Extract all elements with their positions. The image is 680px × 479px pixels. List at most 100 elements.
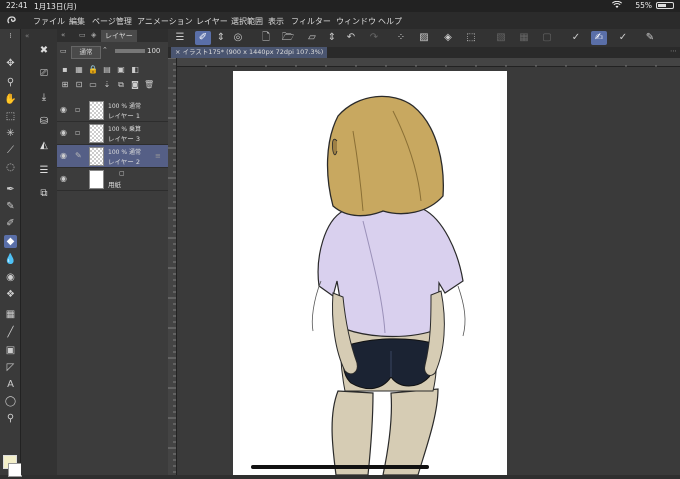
- opacity-value[interactable]: 100: [147, 47, 160, 55]
- menu-filter[interactable]: フィルター: [291, 16, 331, 27]
- line-tool-icon[interactable]: ╱: [4, 326, 17, 339]
- layer-tab-icon[interactable]: ◈: [91, 31, 96, 39]
- duplicate-layer-icon[interactable]: ⧉: [116, 80, 126, 90]
- document-tab[interactable]: × イラスト175* (900 x 1440px 72dpi 107.3%): [171, 47, 328, 58]
- menu-window[interactable]: ウィンドウ: [336, 16, 376, 27]
- transform-icon[interactable]: ⬚: [463, 31, 479, 45]
- layer-lock-slot[interactable]: ▫: [75, 105, 80, 114]
- hamburger-menu-icon[interactable]: ☰: [172, 31, 188, 45]
- clear-icon[interactable]: ▨: [416, 31, 432, 45]
- clip-icon[interactable]: ▪: [60, 65, 70, 74]
- operation-tool-icon[interactable]: ⬚: [4, 110, 17, 123]
- fill-tool-icon[interactable]: ◉: [4, 271, 17, 284]
- canvas-paper[interactable]: [233, 71, 507, 475]
- tool-stepper-icon[interactable]: ⇕: [213, 31, 229, 45]
- eyedropper-icon[interactable]: ⟋: [4, 144, 17, 157]
- new-vector-layer-icon[interactable]: ⊡: [74, 80, 84, 89]
- layer-row[interactable]: ◉ ▫ 100 % 乗算 レイヤー 3: [57, 122, 168, 145]
- deselect-icon[interactable]: ⁘: [393, 31, 409, 45]
- visibility-eye-icon[interactable]: ◉: [60, 174, 67, 183]
- save-icon[interactable]: ▱: [304, 31, 320, 45]
- blend-mode-select[interactable]: 通常: [71, 46, 101, 59]
- move-tool-icon[interactable]: ✥: [4, 57, 17, 70]
- hand-tool-icon[interactable]: ✋: [4, 93, 17, 106]
- layer-row-selected[interactable]: ◉ ✎ 100 % 通常 レイヤー 2 ≡: [57, 145, 168, 168]
- visibility-eye-icon[interactable]: ◉: [60, 105, 67, 114]
- stabilizer-icon[interactable]: ✓: [568, 31, 584, 45]
- menu-layer[interactable]: レイヤー: [196, 16, 228, 27]
- menu-selection[interactable]: 選択範囲: [231, 16, 263, 27]
- visibility-eye-icon[interactable]: ◉: [60, 151, 67, 160]
- material-icon[interactable]: ⧉: [37, 187, 51, 201]
- fill-icon[interactable]: ◭: [37, 139, 51, 153]
- pen-mode-icon[interactable]: ✍: [591, 31, 607, 45]
- text-tool-icon[interactable]: A: [4, 378, 17, 391]
- ruler-enable-icon[interactable]: ◧: [130, 65, 140, 74]
- menu-page[interactable]: ページ管理: [92, 16, 132, 27]
- pen-tool-icon[interactable]: ✒: [4, 183, 17, 196]
- layer-property-icon[interactable]: ▭: [60, 47, 67, 55]
- paint-bucket-icon[interactable]: ⛁: [37, 115, 51, 129]
- tab-layer[interactable]: レイヤー: [101, 30, 137, 42]
- visibility-eye-icon[interactable]: ◉: [60, 128, 67, 137]
- import-icon[interactable]: ⤓: [37, 91, 51, 105]
- gradient-tool-icon[interactable]: ▣: [4, 344, 17, 357]
- new-file-icon[interactable]: 🗋: [258, 31, 274, 45]
- layer-lock-slot[interactable]: ▫: [75, 128, 80, 137]
- zoom-tool-icon[interactable]: ⚲: [4, 76, 17, 89]
- figure-tool-icon[interactable]: ◸: [4, 361, 17, 374]
- close-panel-icon[interactable]: ✖: [37, 44, 51, 58]
- redo-icon[interactable]: ↷: [366, 31, 382, 45]
- menu-file[interactable]: ファイル: [33, 16, 65, 27]
- magic-wand-icon[interactable]: ✳: [4, 127, 17, 140]
- menu-view[interactable]: 表示: [268, 16, 284, 27]
- pencil-tool-icon[interactable]: ✎: [4, 200, 17, 213]
- open-folder-icon[interactable]: 🗁: [280, 31, 296, 45]
- mask-enable-icon[interactable]: ▣: [116, 65, 126, 74]
- lock-alpha-icon[interactable]: ▤: [102, 65, 112, 74]
- snap-grid-icon[interactable]: ▦: [516, 31, 532, 45]
- menu-animation[interactable]: アニメーション: [137, 16, 193, 27]
- fill-selection-icon[interactable]: ◈: [440, 31, 456, 45]
- app-logo-icon[interactable]: [6, 15, 18, 26]
- decoration-tool-icon[interactable]: ❖: [4, 288, 17, 301]
- new-folder-icon[interactable]: ▭: [88, 80, 98, 89]
- delete-layer-icon[interactable]: 🗑: [144, 80, 154, 89]
- panel-menu-icon[interactable]: «: [61, 31, 65, 39]
- pressure-icon[interactable]: ✓: [615, 31, 631, 45]
- correction-tool-icon[interactable]: ⚲: [4, 412, 17, 425]
- export-stepper-icon[interactable]: ⇕: [324, 31, 340, 45]
- brush-size-icon[interactable]: ◎: [230, 31, 246, 45]
- eraser-tool-icon[interactable]: ◆: [4, 235, 17, 248]
- opacity-slider[interactable]: [115, 49, 145, 53]
- brush-tool-icon[interactable]: ✐: [4, 217, 17, 230]
- layer-row[interactable]: ◉ ▢ 用紙: [57, 168, 168, 191]
- lock-icon[interactable]: 🔒: [88, 65, 98, 74]
- tab-property-icon[interactable]: ▭: [79, 31, 86, 39]
- blend-stepper-icon[interactable]: ⌃: [102, 46, 108, 54]
- panel-collapse-icon[interactable]: «: [25, 32, 29, 40]
- collapse-handle-icon[interactable]: ⁞: [4, 30, 17, 43]
- tool-property-icon[interactable]: ✐: [195, 31, 211, 45]
- drag-handle-icon[interactable]: ≡: [155, 152, 161, 160]
- snap-ruler-icon[interactable]: ▧: [493, 31, 509, 45]
- layer-stack-icon[interactable]: ☰: [37, 164, 51, 178]
- menu-edit[interactable]: 編集: [69, 16, 85, 27]
- menu-help[interactable]: ヘルプ: [378, 16, 402, 27]
- layer-row[interactable]: ◉ ▫ 100 % 通常 レイヤー 1: [57, 99, 168, 122]
- navigator-icon[interactable]: ⎚: [37, 67, 51, 81]
- new-raster-layer-icon[interactable]: ⊞: [60, 80, 70, 89]
- layer-mask-icon[interactable]: ◙: [130, 80, 140, 89]
- merge-down-icon[interactable]: ⇣: [102, 80, 112, 89]
- undo-icon[interactable]: ↶: [343, 31, 359, 45]
- document-tab-bar: × イラスト175* (900 x 1440px 72dpi 107.3%) ⋯: [168, 47, 680, 58]
- frame-tool-icon[interactable]: ▦: [4, 308, 17, 321]
- lasso-icon[interactable]: ◌: [4, 161, 17, 174]
- balloon-tool-icon[interactable]: ◯: [4, 395, 17, 408]
- blend-tool-icon[interactable]: 💧: [4, 253, 17, 266]
- tab-menu-icon[interactable]: ⋯: [670, 47, 677, 55]
- reference-icon[interactable]: ▦: [74, 65, 84, 74]
- tab-close-icon[interactable]: ×: [175, 48, 183, 56]
- edit-icon[interactable]: ✎: [642, 31, 658, 45]
- snap-special-icon[interactable]: ▢: [539, 31, 555, 45]
